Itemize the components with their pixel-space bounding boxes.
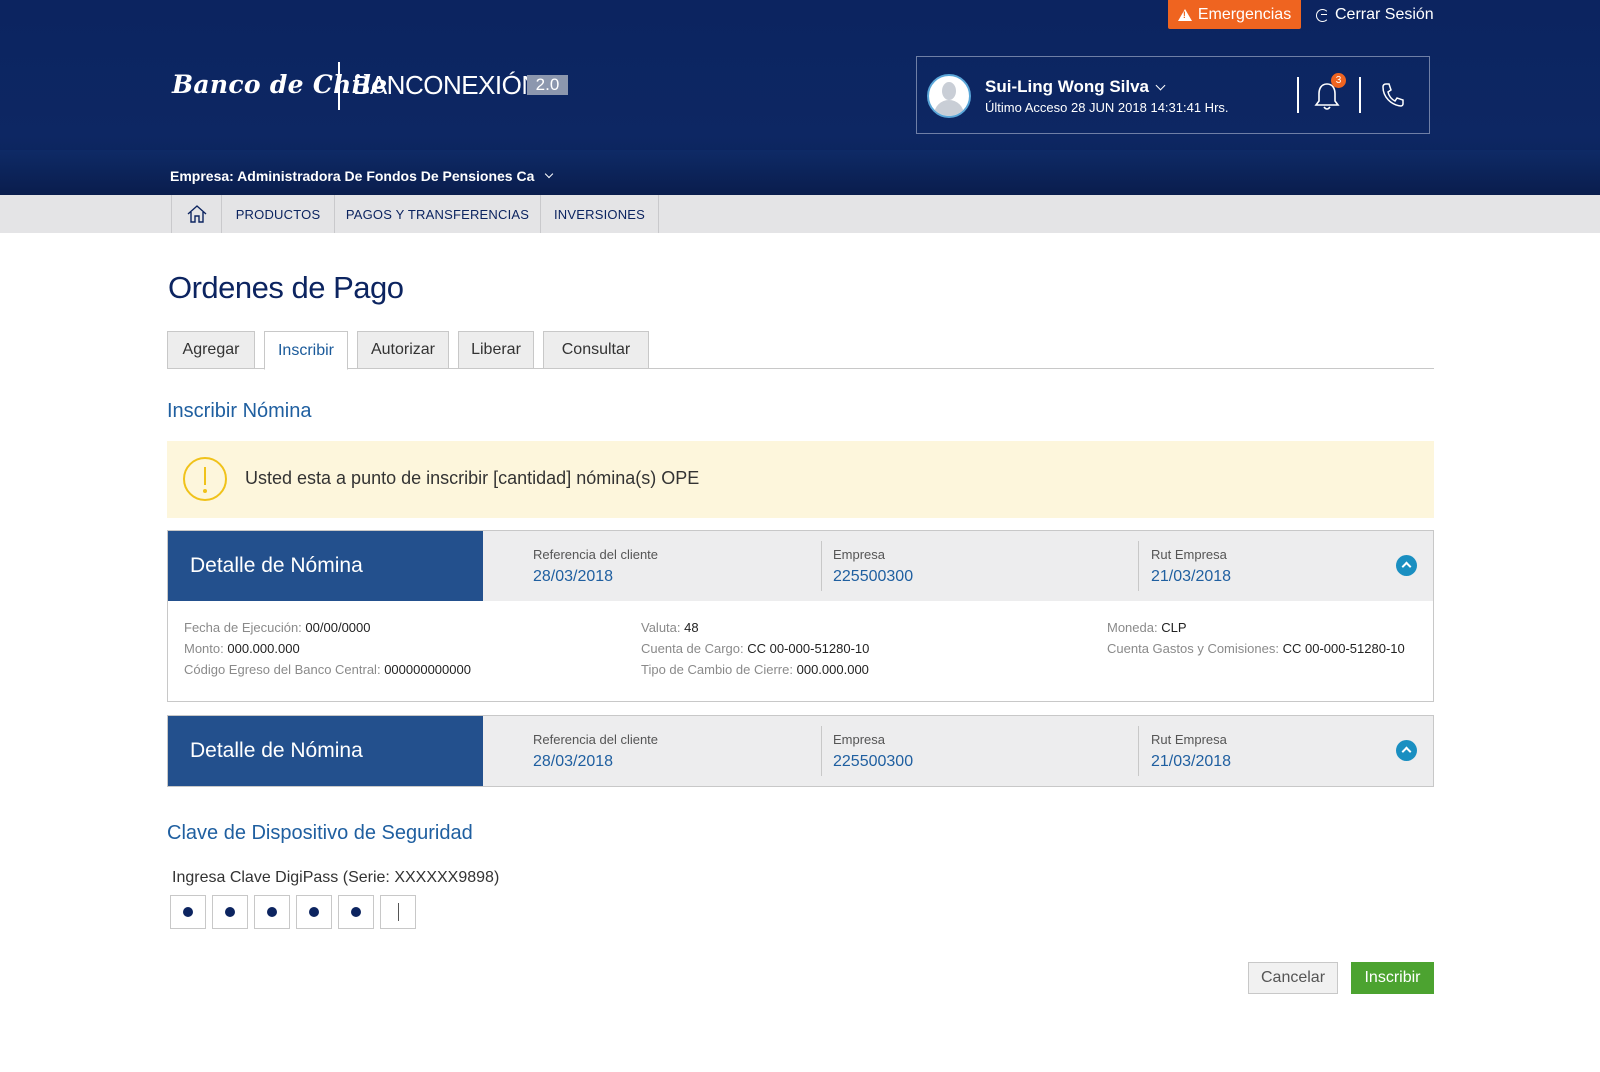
digipass-digit[interactable] [254,895,290,929]
company-label: Empresa: Administradora De Fondos De Pen… [170,168,535,184]
page-title: Ordenes de Pago [168,270,404,305]
logo-divider [338,62,340,110]
divider [1297,77,1299,113]
tab-autorizar[interactable]: Autorizar [357,331,449,369]
divider [1359,77,1361,113]
field-empresa: Empresa 225500300 [833,732,914,770]
company-selector[interactable]: Empresa: Administradora De Fondos De Pen… [170,168,554,184]
notification-badge: 3 [1331,73,1346,88]
avatar[interactable] [927,74,971,118]
tab-inscribir[interactable]: Inscribir [264,331,348,370]
digipass-digit[interactable] [212,895,248,929]
emergency-button[interactable]: Emergencias [1168,0,1301,29]
field-empresa: Empresa 225500300 [833,547,914,585]
alert-text: Usted esta a punto de inscribir [cantida… [245,468,700,488]
field-ref: Referencia del cliente 28/03/2018 [533,732,659,770]
tab-consultar[interactable]: Consultar [543,331,649,369]
field-ref: Referencia del cliente 28/03/2018 [533,547,659,585]
digipass-digit[interactable] [338,895,374,929]
card-title: Detalle de Nómina [168,716,483,786]
user-panel: Sui-Ling Wong Silva Último Acceso 28 JUN… [916,56,1430,134]
tab-liberar[interactable]: Liberar [458,331,534,369]
card-header: Detalle de Nómina Referencia del cliente… [168,531,1433,601]
nav-productos[interactable]: PRODUCTOS [221,195,334,233]
logout-label: Cerrar Sesión [1335,6,1434,23]
tab-agregar[interactable]: Agregar [167,331,255,369]
security-title: Clave de Dispositivo de Seguridad [167,822,473,844]
chevron-down-icon [545,169,554,179]
exclamation-icon [183,457,227,501]
digipass-digit[interactable] [296,895,332,929]
header: Emergencias Cerrar Sesión Banco de Chile… [0,0,1600,195]
alert-banner: Usted esta a punto de inscribir [cantida… [167,441,1434,518]
phone-icon[interactable] [1379,81,1405,109]
product-logo: BANCONEXIÓN [353,70,540,100]
nav-pagos-transferencias[interactable]: PAGOS Y TRANSFERENCIAS [334,195,540,233]
warning-icon [1177,8,1192,21]
main-nav: PRODUCTOS PAGOS Y TRANSFERENCIAS INVERSI… [0,195,1600,233]
payroll-card: Detalle de Nómina Referencia del cliente… [167,715,1434,787]
logout-button[interactable]: Cerrar Sesión [1316,4,1434,26]
nav-home[interactable] [171,195,221,233]
user-name: Sui-Ling Wong Silva [985,77,1150,96]
card-header: Detalle de Nómina Referencia del cliente… [168,716,1433,786]
nav-inversiones[interactable]: INVERSIONES [540,195,659,233]
submit-button[interactable]: Inscribir [1351,962,1434,994]
digipass-digit[interactable] [170,895,206,929]
field-rut: Rut Empresa 21/03/2018 [1151,547,1232,585]
payroll-card: Detalle de Nómina Referencia del cliente… [167,530,1434,702]
digipass-label: Ingresa Clave DigiPass (Serie: XXXXXX989… [172,869,500,886]
card-title: Detalle de Nómina [168,531,483,601]
logout-icon [1316,8,1329,22]
chevron-up-icon[interactable] [1396,555,1417,576]
section-title: Inscribir Nómina [167,400,312,422]
chevron-down-icon [1155,80,1166,90]
digipass-digit-active[interactable] [380,895,416,929]
emergency-label: Emergencias [1197,5,1292,23]
field-rut: Rut Empresa 21/03/2018 [1151,732,1232,770]
chevron-up-icon[interactable] [1396,740,1417,761]
home-icon [187,205,206,223]
cancel-button[interactable]: Cancelar [1248,962,1338,994]
user-menu[interactable]: Sui-Ling Wong Silva [985,77,1166,97]
card-details: Fecha de Ejecución: 00/00/0000 Monto: 00… [184,620,1405,677]
product-version: 2.0 [527,75,568,95]
last-access: Último Acceso 28 JUN 2018 14:31:41 Hrs. [985,100,1229,115]
